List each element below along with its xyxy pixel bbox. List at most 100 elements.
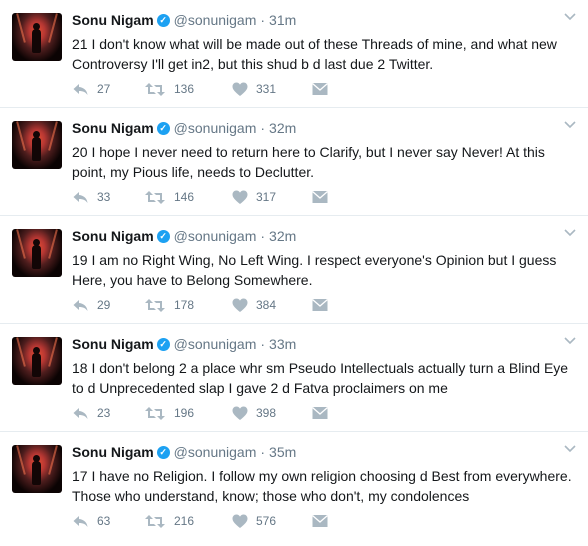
avatar[interactable] — [12, 121, 62, 169]
tweet-timestamp[interactable]: 32m — [269, 120, 296, 136]
heart-icon — [232, 82, 248, 97]
tweet-actions: 33 146 317 — [72, 189, 328, 205]
chevron-down-icon[interactable] — [562, 118, 578, 132]
direct-message-button[interactable] — [312, 297, 328, 313]
avatar[interactable] — [12, 13, 62, 61]
retweet-count: 196 — [174, 406, 195, 420]
verified-badge-icon: ✓ — [156, 13, 170, 27]
reply-count: 33 — [97, 190, 111, 204]
reply-button[interactable]: 23 — [72, 405, 144, 421]
tweet-actions: 63 216 576 — [72, 513, 328, 529]
retweet-icon — [144, 190, 166, 205]
reply-button[interactable]: 33 — [72, 189, 144, 205]
tweet-text: 19 I am no Right Wing, No Left Wing. I r… — [72, 252, 557, 288]
author-name[interactable]: Sonu Nigam — [72, 120, 154, 136]
tweet-timestamp[interactable]: 31m — [269, 12, 296, 28]
direct-message-button[interactable] — [312, 513, 328, 529]
tweet-actions: 29 178 384 — [72, 297, 328, 313]
tweet-header: Sonu Nigam ✓ @sonunigam · 31m — [72, 10, 578, 30]
direct-message-icon — [312, 82, 328, 96]
reply-button[interactable]: 29 — [72, 297, 144, 313]
like-count: 398 — [256, 406, 277, 420]
tweet-item[interactable]: Sonu Nigam ✓ @sonunigam · 32m 20 I hope … — [0, 108, 588, 216]
like-button[interactable]: 384 — [232, 297, 312, 313]
tweet-timeline: Sonu Nigam ✓ @sonunigam · 31m 21 I don't… — [0, 0, 588, 546]
retweet-button[interactable]: 146 — [144, 189, 232, 205]
retweet-button[interactable]: 136 — [144, 81, 232, 97]
tweet-header: Sonu Nigam ✓ @sonunigam · 32m — [72, 118, 578, 138]
author-name[interactable]: Sonu Nigam — [72, 336, 154, 352]
author-handle[interactable]: @sonunigam — [174, 444, 257, 460]
reply-button[interactable]: 27 — [72, 81, 144, 97]
tweet-timestamp[interactable]: 32m — [269, 228, 296, 244]
separator-dot: · — [260, 228, 266, 244]
avatar-silhouette — [32, 455, 41, 485]
avatar-silhouette — [32, 23, 41, 53]
tweet-actions: 27 136 331 — [72, 81, 328, 97]
verified-badge-icon: ✓ — [156, 445, 170, 459]
separator-dot: · — [260, 120, 266, 136]
like-button[interactable]: 576 — [232, 513, 312, 529]
reply-icon — [72, 190, 89, 205]
heart-icon — [232, 514, 248, 529]
retweet-button[interactable]: 216 — [144, 513, 232, 529]
author-name[interactable]: Sonu Nigam — [72, 12, 154, 28]
like-button[interactable]: 317 — [232, 189, 312, 205]
chevron-down-icon[interactable] — [562, 334, 578, 348]
retweet-button[interactable]: 178 — [144, 297, 232, 313]
tweet-item[interactable]: Sonu Nigam ✓ @sonunigam · 33m 18 I don't… — [0, 324, 588, 432]
tweet-item[interactable]: Sonu Nigam ✓ @sonunigam · 31m 21 I don't… — [0, 0, 588, 108]
retweet-count: 146 — [174, 190, 195, 204]
tweet-timestamp[interactable]: 35m — [269, 444, 296, 460]
reply-icon — [72, 82, 89, 97]
avatar-silhouette — [32, 239, 41, 269]
direct-message-button[interactable] — [312, 189, 328, 205]
chevron-down-icon[interactable] — [562, 226, 578, 240]
direct-message-button[interactable] — [312, 405, 328, 421]
reply-icon — [72, 514, 89, 529]
tweet-timestamp[interactable]: 33m — [269, 336, 296, 352]
avatar[interactable] — [12, 229, 62, 277]
retweet-icon — [144, 514, 166, 529]
direct-message-icon — [312, 406, 328, 420]
author-name[interactable]: Sonu Nigam — [72, 228, 154, 244]
tweet-header: Sonu Nigam ✓ @sonunigam · 33m — [72, 334, 578, 354]
author-handle[interactable]: @sonunigam — [174, 228, 257, 244]
verified-badge-icon: ✓ — [156, 121, 170, 135]
author-handle[interactable]: @sonunigam — [174, 12, 257, 28]
direct-message-icon — [312, 190, 328, 204]
reply-button[interactable]: 63 — [72, 513, 144, 529]
separator-dot: · — [260, 336, 266, 352]
tweet-text: 18 I don't belong 2 a place whr sm Pseud… — [72, 360, 569, 396]
chevron-down-icon[interactable] — [562, 442, 578, 456]
retweet-count: 136 — [174, 82, 195, 96]
direct-message-button[interactable] — [312, 81, 328, 97]
retweet-count: 216 — [174, 514, 195, 528]
retweet-icon — [144, 406, 166, 421]
retweet-icon — [144, 298, 166, 313]
direct-message-icon — [312, 298, 328, 312]
tweet-item[interactable]: Sonu Nigam ✓ @sonunigam · 32m 19 I am no… — [0, 216, 588, 324]
retweet-icon — [144, 82, 166, 97]
author-handle[interactable]: @sonunigam — [174, 336, 257, 352]
tweet-text: 21 I don't know what will be made out of… — [72, 36, 557, 72]
avatar[interactable] — [12, 337, 62, 385]
like-button[interactable]: 398 — [232, 405, 312, 421]
reply-count: 23 — [97, 406, 111, 420]
heart-icon — [232, 298, 248, 313]
like-count: 331 — [256, 82, 277, 96]
avatar[interactable] — [12, 445, 62, 493]
reply-icon — [72, 406, 89, 421]
tweet-item[interactable]: Sonu Nigam ✓ @sonunigam · 35m 17 I have … — [0, 432, 588, 546]
avatar-silhouette — [32, 347, 41, 377]
chevron-down-icon[interactable] — [562, 10, 578, 24]
reply-count: 27 — [97, 82, 111, 96]
like-count: 576 — [256, 514, 277, 528]
tweet-text: 20 I hope I never need to return here to… — [72, 144, 545, 180]
avatar-silhouette — [32, 131, 41, 161]
author-handle[interactable]: @sonunigam — [174, 120, 257, 136]
like-button[interactable]: 331 — [232, 81, 312, 97]
author-name[interactable]: Sonu Nigam — [72, 444, 154, 460]
verified-badge-icon: ✓ — [156, 229, 170, 243]
retweet-button[interactable]: 196 — [144, 405, 232, 421]
